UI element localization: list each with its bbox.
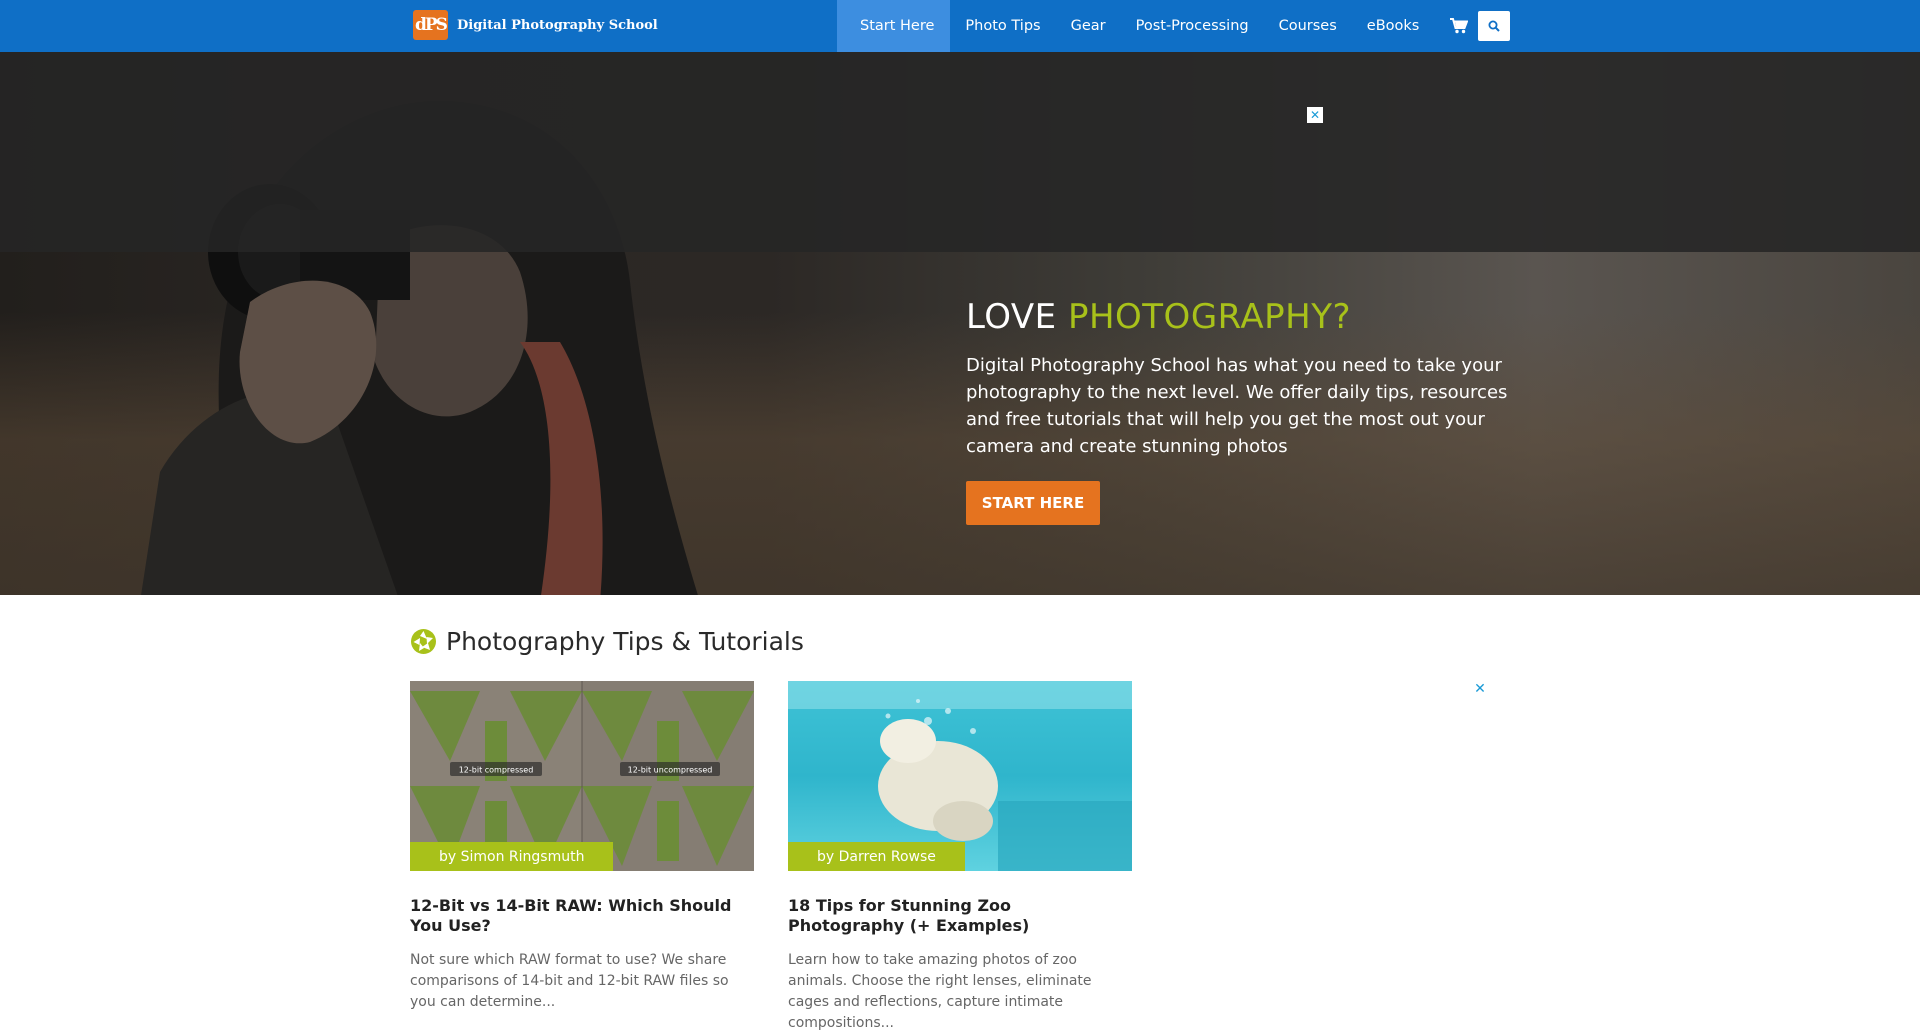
- hero-ad-banner: [0, 52, 1920, 252]
- aperture-icon: [411, 629, 436, 654]
- hero-title: LOVE PHOTOGRAPHY?: [966, 297, 1351, 337]
- ad-close-icon[interactable]: ✕: [1472, 681, 1488, 697]
- nav-item-ebooks[interactable]: eBooks: [1352, 0, 1435, 52]
- site-logo[interactable]: dPS Digital Photography School: [413, 10, 658, 40]
- section-title: Photography Tips & Tutorials: [446, 627, 804, 656]
- hero-description: Digital Photography School has what you …: [966, 355, 1508, 457]
- logo-mark-icon: dPS: [413, 10, 448, 40]
- main-nav: Start Here Photo Tips Gear Post-Processi…: [837, 0, 1482, 52]
- article-excerpt: Not sure which RAW format to use? We sha…: [410, 952, 729, 1010]
- article-title[interactable]: 12-Bit vs 14-Bit RAW: Which Should You U…: [410, 896, 754, 936]
- article-excerpt: Learn how to take amazing photos of zoo …: [788, 952, 1092, 1031]
- nav-item-photo-tips[interactable]: Photo Tips: [950, 0, 1055, 52]
- article-title[interactable]: 18 Tips for Stunning Zoo Photography (+ …: [788, 896, 1132, 936]
- nav-item-courses[interactable]: Courses: [1264, 0, 1352, 52]
- article-thumbnail[interactable]: by Darren Rowse: [788, 681, 1132, 871]
- ad-close-icon[interactable]: ✕: [1307, 107, 1323, 123]
- cart-button[interactable]: [1434, 0, 1482, 52]
- article-card[interactable]: by Darren Rowse 18 Tips for Stunning Zoo…: [788, 681, 1132, 1034]
- start-here-button[interactable]: START HERE: [966, 481, 1100, 525]
- article-card[interactable]: 12-bit compressed 12-bit uncompressed by…: [410, 681, 754, 1013]
- top-navigation-bar: dPS Digital Photography School Start Her…: [0, 0, 1920, 52]
- article-thumbnail[interactable]: 12-bit compressed 12-bit uncompressed by…: [410, 681, 754, 871]
- tips-section-header: Photography Tips & Tutorials: [410, 627, 804, 656]
- search-icon: [1488, 20, 1500, 32]
- nav-item-post-processing[interactable]: Post-Processing: [1121, 0, 1264, 52]
- author-tag[interactable]: by Darren Rowse: [788, 842, 965, 871]
- hero-title-plain: LOVE: [966, 297, 1068, 337]
- cart-icon: [1450, 18, 1469, 34]
- logo-text: Digital Photography School: [457, 17, 658, 33]
- nav-item-gear[interactable]: Gear: [1056, 0, 1121, 52]
- nav-item-start-here[interactable]: Start Here: [837, 0, 951, 52]
- hero-title-accent: PHOTOGRAPHY?: [1067, 297, 1352, 337]
- image-label-right: 12-bit uncompressed: [628, 766, 713, 775]
- search-button[interactable]: [1478, 11, 1510, 41]
- image-label-left: 12-bit compressed: [459, 766, 534, 775]
- author-tag[interactable]: by Simon Ringsmuth: [410, 842, 614, 871]
- hero-banner: ✕ LOVE PHOTOGRAPHY? Digital Photography …: [0, 52, 1920, 595]
